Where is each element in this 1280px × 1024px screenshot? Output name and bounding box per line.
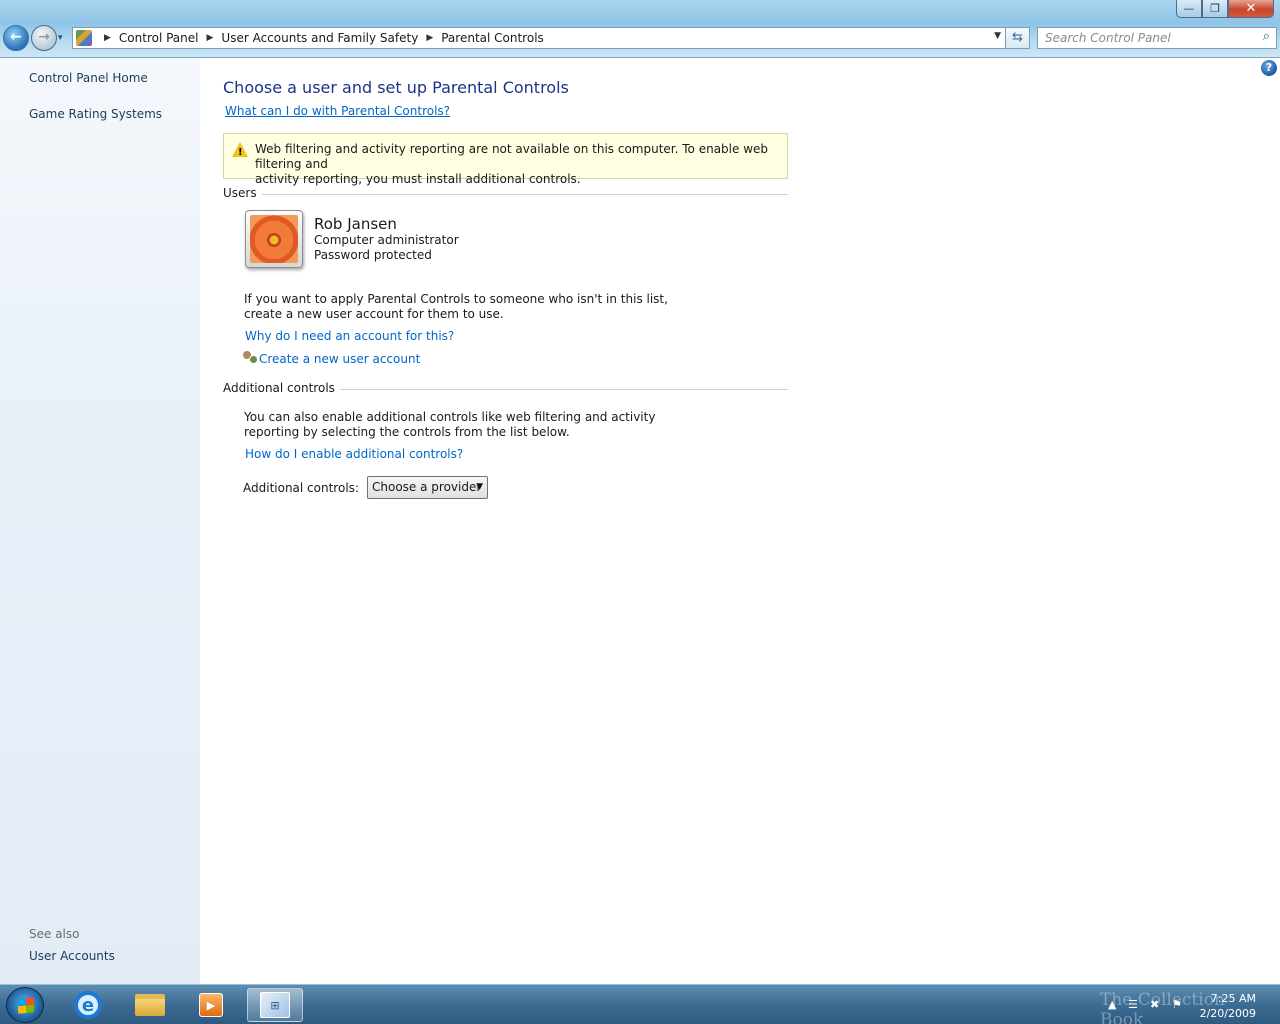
chevron-down-icon: ▼ bbox=[476, 482, 483, 492]
what-can-i-do-link[interactable]: What can I do with Parental Controls? bbox=[225, 104, 450, 118]
page-title: Choose a user and set up Parental Contro… bbox=[223, 78, 569, 97]
breadcrumb-parental-controls[interactable]: Parental Controls bbox=[441, 31, 544, 45]
main-content: ? Choose a user and set up Parental Cont… bbox=[200, 58, 1280, 984]
create-user-account-link[interactable]: Create a new user account bbox=[259, 352, 420, 366]
taskbar-windows-explorer[interactable] bbox=[122, 988, 178, 1022]
additional-text-line-2: reporting by selecting the controls from… bbox=[244, 425, 570, 439]
taskbar-control-panel[interactable]: ⊞ bbox=[247, 988, 303, 1022]
flower-picture-icon bbox=[250, 215, 298, 263]
additional-controls-heading: Additional controls bbox=[223, 381, 335, 395]
taskbar: e ▶ ⊞ The Collection Book ▲ ☰ ✖ ⚑ 7:25 A… bbox=[0, 984, 1280, 1024]
game-rating-systems-link[interactable]: Game Rating Systems bbox=[29, 107, 162, 121]
window-title-bar: — ❐ ✕ ← → ▾ ▶ Control Panel ▶ User Accou… bbox=[0, 0, 1280, 58]
search-input[interactable] bbox=[1038, 28, 1248, 48]
folder-icon bbox=[135, 994, 165, 1016]
media-player-icon: ▶ bbox=[199, 993, 223, 1017]
windows-logo-icon bbox=[18, 997, 34, 1014]
breadcrumb-control-panel[interactable]: Control Panel bbox=[119, 31, 199, 45]
internet-explorer-icon: e bbox=[74, 991, 102, 1019]
left-task-pane: Control Panel Home Game Rating Systems S… bbox=[0, 58, 200, 984]
breadcrumb-separator[interactable]: ▶ bbox=[104, 33, 111, 43]
search-box[interactable]: ⌕ bbox=[1037, 27, 1277, 49]
breadcrumb-separator[interactable]: ▶ bbox=[207, 33, 214, 43]
breadcrumb-separator[interactable]: ▶ bbox=[426, 33, 433, 43]
back-button[interactable]: ← bbox=[3, 25, 29, 51]
taskbar-internet-explorer[interactable]: e bbox=[60, 988, 116, 1022]
control-panel-icon bbox=[76, 30, 92, 46]
show-hidden-icons-arrow[interactable]: ▲ bbox=[1108, 998, 1116, 1011]
additional-controls-section-header: Additional controls bbox=[223, 381, 788, 395]
users-heading: Users bbox=[223, 186, 257, 200]
clock[interactable]: 7:25 AM 2/20/2009 bbox=[1200, 991, 1256, 1021]
control-panel-taskbar-icon: ⊞ bbox=[260, 992, 290, 1018]
network-icon[interactable]: ☰ bbox=[1128, 998, 1138, 1011]
volume-muted-icon[interactable]: ✖ bbox=[1150, 998, 1159, 1011]
additional-text-line-1: You can also enable additional controls … bbox=[244, 410, 656, 424]
section-divider bbox=[339, 388, 788, 390]
action-center-flag-icon[interactable]: ⚑ bbox=[1172, 998, 1182, 1011]
additional-text: You can also enable additional controls … bbox=[244, 410, 655, 440]
apply-text-line-2: create a new user account for them to us… bbox=[244, 307, 504, 321]
how-enable-controls-link[interactable]: How do I enable additional controls? bbox=[245, 447, 463, 461]
forward-arrow-icon: → bbox=[38, 29, 50, 45]
clock-date: 2/20/2009 bbox=[1199, 1007, 1256, 1020]
user-avatar[interactable] bbox=[245, 210, 303, 268]
back-arrow-icon: ← bbox=[10, 29, 22, 45]
search-icon[interactable]: ⌕ bbox=[1263, 29, 1270, 44]
address-bar[interactable]: ▶ Control Panel ▶ User Accounts and Fami… bbox=[72, 27, 1006, 49]
warning-text-line-2: activity reporting, you must install add… bbox=[255, 172, 581, 186]
provider-select[interactable]: Choose a provider ▼ bbox=[367, 476, 488, 499]
warning-banner: ! Web filtering and activity reporting a… bbox=[223, 133, 788, 186]
provider-select-value: Choose a provider bbox=[372, 480, 482, 494]
taskbar-media-player[interactable]: ▶ bbox=[183, 988, 239, 1022]
section-divider bbox=[261, 193, 788, 195]
recent-pages-dropdown[interactable]: ▾ bbox=[58, 33, 63, 43]
why-need-account-link[interactable]: Why do I need an account for this? bbox=[245, 329, 454, 343]
forward-button[interactable]: → bbox=[31, 25, 57, 51]
breadcrumb-user-accounts[interactable]: User Accounts and Family Safety bbox=[221, 31, 418, 45]
system-tray: The Collection Book ▲ ☰ ✖ ⚑ 7:25 AM 2/20… bbox=[1100, 985, 1280, 1024]
apply-text-line-1: If you want to apply Parental Controls t… bbox=[244, 292, 668, 306]
user-accounts-link[interactable]: User Accounts bbox=[29, 949, 115, 963]
control-panel-home-link[interactable]: Control Panel Home bbox=[29, 71, 148, 85]
maximize-button[interactable]: ❐ bbox=[1202, 0, 1228, 18]
see-also-heading: See also bbox=[29, 927, 80, 941]
warning-text-line-1: Web filtering and activity reporting are… bbox=[255, 142, 769, 171]
user-status: Password protected bbox=[314, 248, 432, 262]
clock-time: 7:25 AM bbox=[1210, 992, 1256, 1005]
address-dropdown-icon[interactable]: ▼ bbox=[994, 31, 1001, 41]
apply-text: If you want to apply Parental Controls t… bbox=[244, 292, 668, 322]
warning-icon: ! bbox=[232, 142, 248, 158]
help-icon[interactable]: ? bbox=[1261, 60, 1277, 76]
user-name[interactable]: Rob Jansen bbox=[314, 215, 397, 233]
close-button[interactable]: ✕ bbox=[1228, 0, 1274, 18]
additional-controls-label: Additional controls: bbox=[243, 481, 359, 495]
start-button[interactable] bbox=[6, 987, 44, 1023]
refresh-button[interactable]: ⇆ bbox=[1006, 27, 1030, 49]
user-role: Computer administrator bbox=[314, 233, 459, 247]
users-section-header: Users bbox=[223, 186, 788, 200]
minimize-button[interactable]: — bbox=[1176, 0, 1202, 18]
window-caption-buttons: — ❐ ✕ bbox=[1176, 0, 1274, 18]
users-icon bbox=[243, 351, 258, 366]
